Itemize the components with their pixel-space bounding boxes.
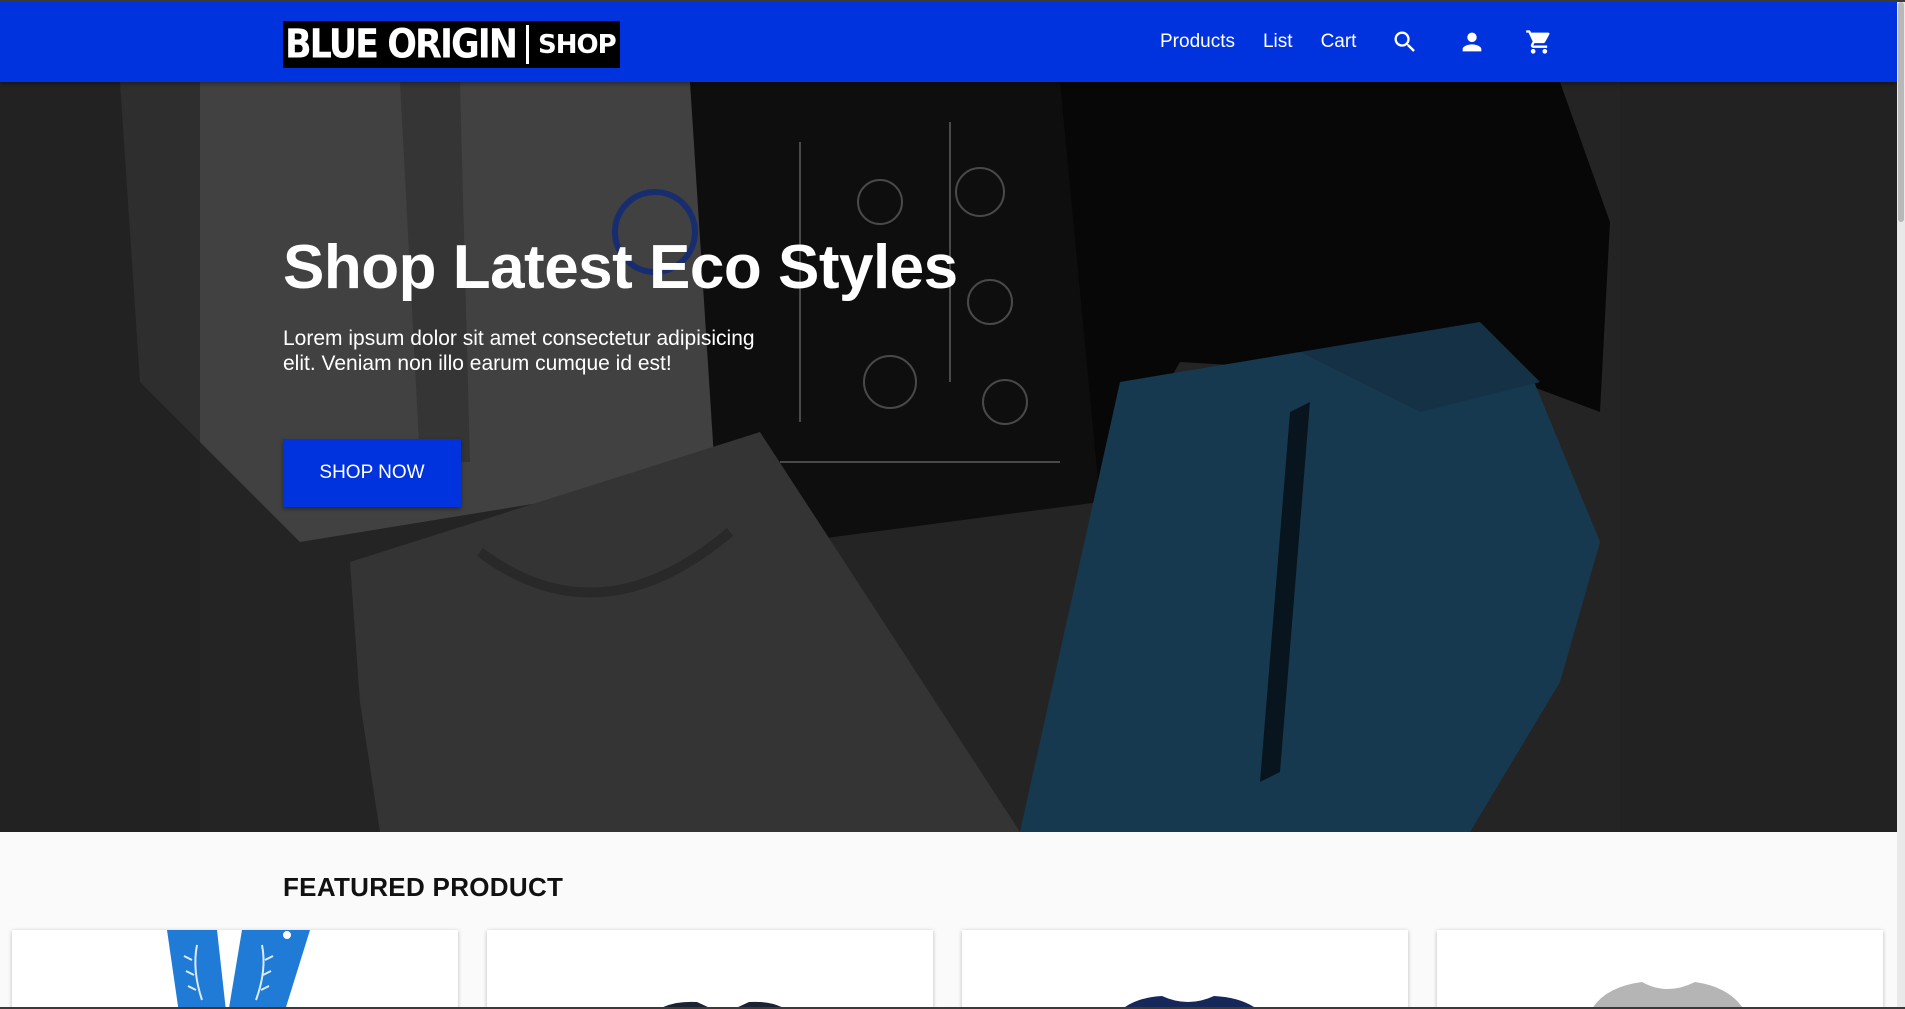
- browser-viewport: BLUE ORIGIN SHOP Products List Cart Shop…: [0, 0, 1905, 1009]
- brand-name: BLUE ORIGIN: [285, 21, 518, 68]
- nav-link-cart[interactable]: Cart: [1321, 31, 1357, 53]
- hero-banner: Shop Latest Eco Styles Lorem ipsum dolor…: [0, 82, 1897, 832]
- brand-logo[interactable]: BLUE ORIGIN SHOP: [283, 21, 620, 68]
- product-image-lanyard: [167, 930, 310, 1007]
- hero-description: Lorem ipsum dolor sit amet consectetur a…: [283, 327, 755, 375]
- scrollbar[interactable]: [1897, 2, 1905, 1007]
- product-image-navy-tshirt: [1125, 996, 1254, 1007]
- product-card[interactable]: [12, 930, 458, 1007]
- product-image-navy-shirt: [663, 1001, 782, 1007]
- account-icon[interactable]: [1456, 26, 1488, 58]
- product-card[interactable]: [962, 930, 1408, 1007]
- nav-link-list[interactable]: List: [1263, 31, 1293, 53]
- featured-section-title: FEATURED PRODUCT: [283, 872, 564, 902]
- product-card[interactable]: [1437, 930, 1883, 1007]
- hero-title: Shop Latest Eco Styles: [283, 233, 958, 302]
- product-image-grey-tshirt: [1593, 982, 1743, 1007]
- scrollbar-thumb[interactable]: [1898, 2, 1904, 222]
- page: BLUE ORIGIN SHOP Products List Cart Shop…: [0, 2, 1897, 1007]
- search-icon[interactable]: [1389, 26, 1421, 58]
- nav-link-products[interactable]: Products: [1160, 31, 1235, 53]
- brand-shop-label: SHOP: [538, 29, 617, 60]
- nav-menu: Products List Cart: [1160, 2, 1590, 82]
- shopping-cart-icon[interactable]: [1523, 26, 1555, 58]
- navbar: BLUE ORIGIN SHOP Products List Cart: [0, 2, 1897, 82]
- product-card[interactable]: [487, 930, 933, 1007]
- shop-now-button[interactable]: SHOP NOW: [283, 439, 461, 507]
